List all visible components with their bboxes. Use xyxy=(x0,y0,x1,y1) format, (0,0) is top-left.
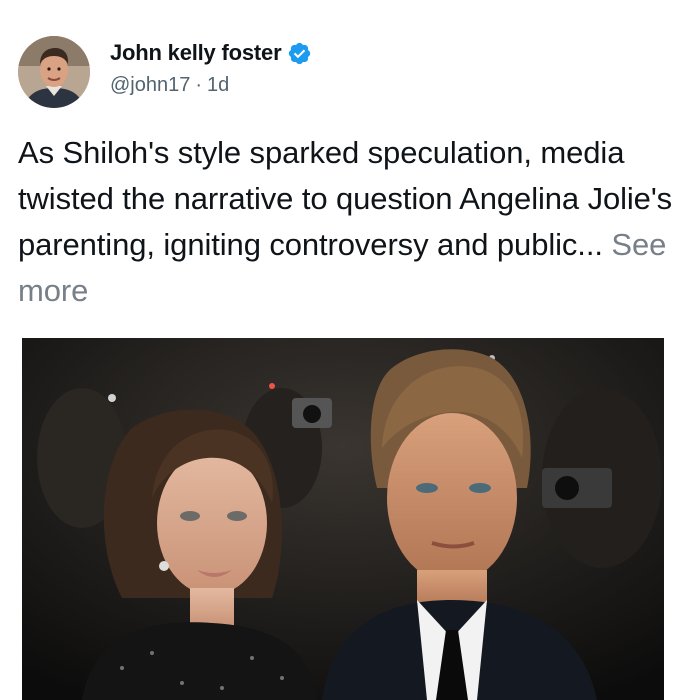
couple-red-carpet-photo-icon xyxy=(22,338,664,700)
author-meta-row: @john17 · 1d xyxy=(110,74,229,97)
meta-separator: · xyxy=(195,74,203,96)
author-avatar[interactable] xyxy=(18,36,90,108)
tweet-text: As Shiloh's style sparked speculation, m… xyxy=(18,130,694,314)
tweet-card[interactable]: John kelly foster @john17 · 1d As Shiloh… xyxy=(0,0,700,700)
verified-badge-icon xyxy=(287,41,312,66)
author-name-row: John kelly foster xyxy=(110,40,312,66)
author-handle[interactable]: @john17 xyxy=(110,74,190,97)
tweet-body: As Shiloh's style sparked speculation, m… xyxy=(18,135,673,262)
tweet-timestamp[interactable]: 1d xyxy=(207,74,229,97)
avatar-photo-icon xyxy=(18,36,90,108)
tweet-media-photo[interactable] xyxy=(22,338,664,700)
tweet-header: John kelly foster @john17 · 1d xyxy=(18,36,678,112)
author-display-name[interactable]: John kelly foster xyxy=(110,40,282,66)
